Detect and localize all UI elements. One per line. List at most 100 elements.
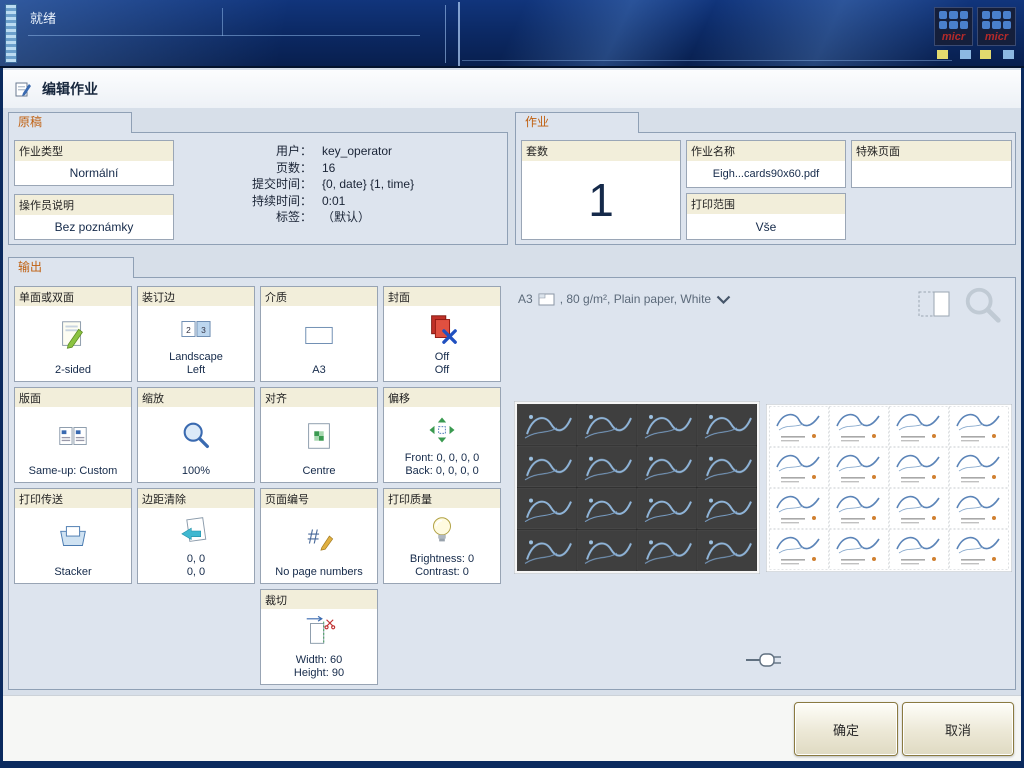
header-streaks	[0, 0, 1024, 66]
magnifier-icon[interactable]	[962, 284, 1004, 326]
special-pages-field[interactable]: 特殊页面	[851, 140, 1012, 188]
edit-job-icon	[14, 80, 32, 98]
micr-logo-grid	[978, 8, 1015, 30]
status-text: 就绪	[30, 8, 56, 27]
tile-value: A3	[312, 364, 325, 377]
special-pages-value	[852, 161, 1011, 187]
tile-media[interactable]: 介质 A3	[260, 286, 378, 382]
tile-value: 2-sided	[55, 364, 91, 377]
tile-sides[interactable]: 单面或双面 2-sided	[14, 286, 132, 382]
tile-covers[interactable]: 封面 Off Off	[383, 286, 501, 382]
tile-delivery[interactable]: 打印传送 Stacker	[14, 488, 132, 584]
tile-label: 缩放	[138, 388, 254, 407]
media-name: A3	[518, 292, 533, 306]
tile-value: Same-up: Custom	[29, 465, 118, 478]
job-name-label: 作业名称	[687, 141, 845, 161]
cancel-button[interactable]: 取消	[902, 702, 1014, 756]
page-numbers-icon: #	[302, 520, 336, 554]
micr-logo-text: micr	[978, 31, 1015, 43]
tile-print-quality[interactable]: 打印质量 Brightness: 0 Contrast: 0	[383, 488, 501, 584]
tile-margin-erase[interactable]: 边距清除 0, 0 0, 0	[137, 488, 255, 584]
tile-layout[interactable]: 版面 Same-up: Custom	[14, 387, 132, 483]
info-value: 16	[322, 160, 335, 177]
info-row-tag: 标签： （默认）	[212, 209, 504, 226]
tile-shift[interactable]: 偏移 Front: 0, 0, 0, 0 Back: 0, 0, 0, 0	[383, 387, 501, 483]
stacker-icon	[56, 520, 90, 554]
print-range-field[interactable]: 打印范围 Vše	[686, 193, 846, 240]
tile-page-numbers[interactable]: 页面编号 # No page numbers	[260, 488, 378, 584]
preview-front-side[interactable]	[766, 404, 1012, 572]
tile-alignment[interactable]: 对齐 Centre	[260, 387, 378, 483]
tile-label: 页面编号	[261, 489, 377, 508]
title-bar: 编辑作业	[0, 70, 1024, 108]
preview-back-side[interactable]	[514, 401, 760, 574]
svg-text:2: 2	[186, 324, 191, 334]
window-edge	[0, 68, 3, 768]
media-detail: , 80 g/m², Plain paper, White	[560, 292, 711, 306]
tile-binding-edge[interactable]: 装订边 2 3 Landscape Left	[137, 286, 255, 382]
tile-label: 打印传送	[15, 489, 131, 508]
operator-note-label: 操作员说明	[15, 195, 173, 215]
paper-icon	[538, 293, 555, 306]
page-split-icon[interactable]	[918, 291, 950, 317]
header-divider	[222, 8, 223, 36]
tile-value: 0, 0 0, 0	[187, 553, 205, 579]
tile-value: Off Off	[435, 351, 449, 377]
tile-trim[interactable]: 裁切 Width: 60 Height: 90	[260, 589, 378, 685]
ok-button[interactable]: 确定	[794, 702, 898, 756]
print-range-value: Vše	[687, 214, 845, 239]
info-value: （默认）	[322, 209, 370, 226]
tile-value: Centre	[302, 465, 335, 478]
operator-note-field[interactable]: 操作员说明 Bez poznámky	[14, 194, 174, 240]
micr-logo: micr	[934, 7, 973, 46]
layout-icon	[56, 419, 90, 453]
special-pages-label: 特殊页面	[852, 141, 1011, 161]
job-type-field[interactable]: 作业类型 Normální	[14, 140, 174, 186]
job-name-field[interactable]: 作业名称 Eigh...cards90x60.pdf	[686, 140, 846, 188]
info-value: 0:01	[322, 193, 345, 210]
info-value: {0, date} {1, time}	[322, 176, 414, 193]
tab-output[interactable]: 输出	[8, 257, 134, 278]
chevron-down-icon	[716, 295, 731, 304]
screen: 就绪 micr micr 编辑作业	[0, 0, 1024, 768]
tile-zoom[interactable]: 缩放 100%	[137, 387, 255, 483]
tile-label: 边距清除	[138, 489, 254, 508]
margin-erase-icon	[179, 514, 213, 548]
micr-logo: micr	[977, 7, 1016, 46]
copies-label: 套数	[522, 141, 680, 161]
copies-field[interactable]: 套数 1	[521, 140, 681, 240]
shift-icon	[427, 415, 457, 445]
info-row-duration: 持续时间： 0:01	[212, 193, 504, 210]
copies-value: 1	[522, 161, 680, 239]
info-row-user: 用户： key_operator	[212, 143, 504, 160]
header-divider	[462, 60, 952, 61]
tab-original[interactable]: 原稿	[8, 112, 132, 133]
operator-note-value: Bez poznámky	[15, 215, 173, 239]
tab-job[interactable]: 作业	[515, 112, 639, 133]
tile-label: 封面	[384, 287, 500, 306]
tile-value: Landscape Left	[169, 351, 223, 377]
tile-value: Stacker	[54, 566, 91, 579]
tile-label: 装订边	[138, 287, 254, 306]
tile-value: 100%	[182, 465, 210, 478]
tile-value: Width: 60 Height: 90	[294, 654, 344, 680]
header-divider	[445, 5, 446, 63]
header-grip	[5, 4, 17, 63]
top-header: 就绪 micr micr	[0, 0, 1024, 68]
media-icon	[301, 318, 337, 352]
logo-color-square	[960, 50, 971, 59]
page-title: 编辑作业	[42, 79, 98, 99]
logo-color-square	[937, 50, 948, 59]
logo-color-square	[1003, 50, 1014, 59]
media-selector[interactable]: A3 , 80 g/m², Plain paper, White	[518, 292, 731, 306]
zoom-icon	[179, 419, 213, 453]
info-label: 提交时间：	[212, 176, 312, 193]
info-row-submitted: 提交时间： {0, date} {1, time}	[212, 176, 504, 193]
info-label: 标签：	[212, 209, 312, 226]
tile-value: Brightness: 0 Contrast: 0	[410, 553, 474, 579]
micr-logo-grid	[935, 8, 972, 30]
print-quality-icon	[425, 514, 459, 548]
info-label: 用户：	[212, 143, 312, 160]
tile-value: Front: 0, 0, 0, 0 Back: 0, 0, 0, 0	[405, 452, 480, 478]
window-edge	[0, 761, 1024, 768]
